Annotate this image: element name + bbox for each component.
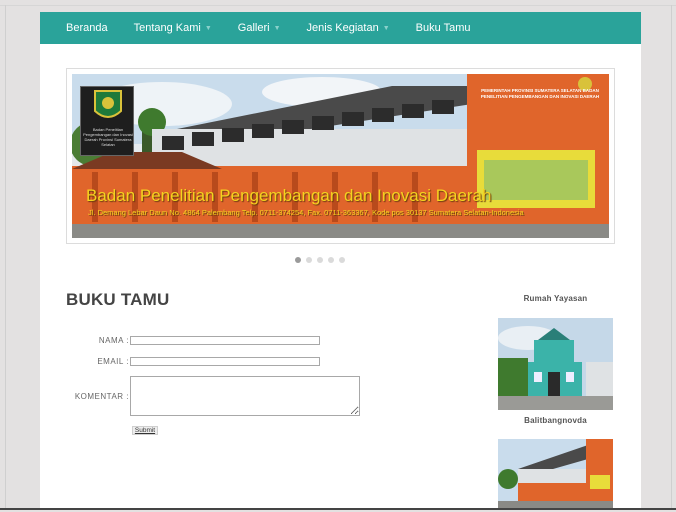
email-input[interactable] [130, 357, 320, 366]
nav-item-label: Jenis Kegiatan [306, 22, 379, 34]
nav-item-buku-tamu[interactable]: Buku Tamu [416, 22, 471, 34]
slider-dot[interactable] [317, 257, 323, 263]
slider-dot[interactable] [295, 257, 301, 263]
page-title: BUKU TAMU [66, 290, 170, 309]
chevron-down-icon: ▼ [382, 24, 390, 32]
name-label: NAMA : [98, 336, 129, 345]
image-slider[interactable]: Badan Penelitian Pengembangan dan Inovas… [66, 68, 615, 244]
nav-item-label: Galleri [237, 22, 270, 34]
slider-dot[interactable] [306, 257, 312, 263]
comment-textarea[interactable] [130, 376, 360, 416]
name-input[interactable] [130, 336, 320, 345]
nav-item-tentang-kami[interactable]: Tentang Kami ▼ [134, 22, 212, 34]
email-label: EMAIL : [97, 357, 129, 366]
slide-address: Jl. Demang Lebar Daun No. 4864 Palembang… [88, 208, 524, 217]
nav-item-label: Tentang Kami [133, 22, 201, 34]
chevron-down-icon: ▼ [204, 24, 212, 32]
comment-row: KOMENTAR : [40, 376, 360, 416]
nav-item-jenis-kegiatan[interactable]: Jenis Kegiatan ▼ [307, 22, 390, 34]
slider-pagination [295, 257, 345, 263]
nav-item-label: Beranda [66, 22, 108, 34]
sidebar-widget-title: Balitbangnovda [524, 416, 587, 425]
nav-item-beranda[interactable]: Beranda [66, 22, 108, 34]
page-container: Beranda Tentang Kami ▼ Galleri ▼ Jenis K… [40, 12, 641, 510]
logo-text: Badan Penelitian Pengembangan dan Inovas… [83, 127, 133, 147]
office-photo [498, 439, 613, 510]
email-row: EMAIL : [40, 357, 320, 366]
nav-item-galleri[interactable]: Galleri ▼ [238, 22, 281, 34]
emblem-icon [94, 90, 122, 118]
logo-image: Badan Penelitian Pengembangan dan Inovas… [80, 86, 134, 156]
house-photo [498, 318, 613, 410]
slide-caption: Badan Penelitian Pengembangan dan Inovas… [86, 186, 492, 205]
nav-item-label: Buku Tamu [415, 22, 471, 34]
comment-label: KOMENTAR : [74, 392, 129, 401]
slider-dot[interactable] [328, 257, 334, 263]
balitbangnovda-image[interactable] [498, 439, 613, 510]
submit-button[interactable]: Submit [132, 426, 158, 435]
name-row: NAMA : [40, 336, 320, 345]
window-bottom-edge [0, 508, 676, 510]
sign-text: PEMERINTAH PROVINSI SUMATERA SELATAN BAD… [480, 88, 600, 99]
main-navbar: Beranda Tentang Kami ▼ Galleri ▼ Jenis K… [40, 12, 641, 44]
sidebar-widget-title: Rumah Yayasan [523, 294, 588, 303]
slider-dot[interactable] [339, 257, 345, 263]
slide-image: Badan Penelitian Pengembangan dan Inovas… [72, 74, 609, 238]
chevron-down-icon: ▼ [273, 24, 281, 32]
rumah-yayasan-image[interactable] [498, 318, 613, 410]
